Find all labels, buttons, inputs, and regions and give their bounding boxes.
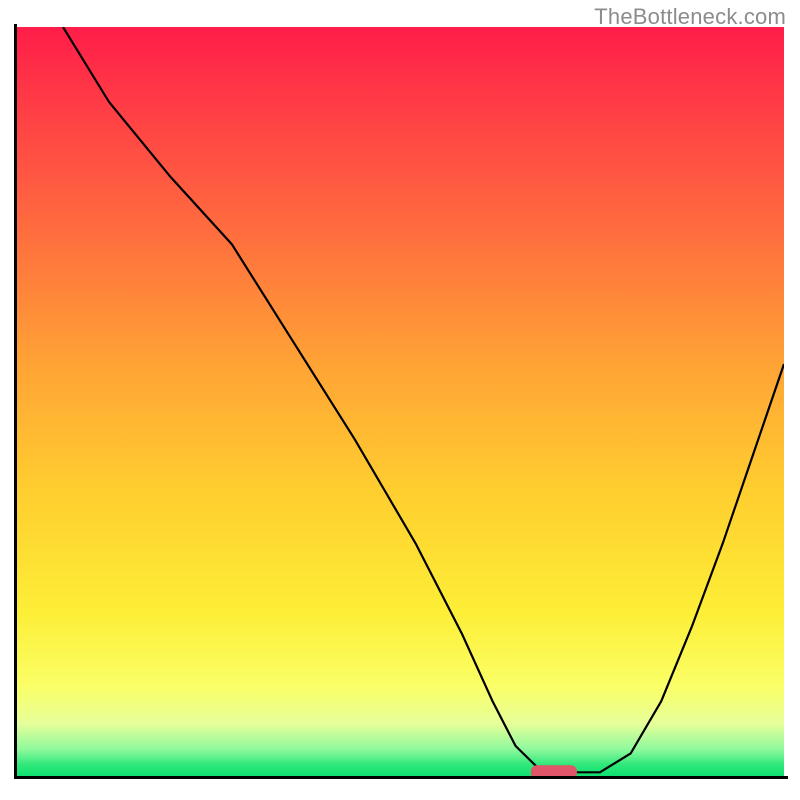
chart-svg — [17, 27, 784, 776]
curve-path — [63, 27, 784, 772]
x-axis — [14, 776, 788, 779]
marker-pill — [531, 765, 577, 776]
plot-area — [17, 27, 784, 776]
watermark-text: TheBottleneck.com — [594, 4, 786, 30]
chart-container: TheBottleneck.com — [0, 0, 800, 800]
y-axis — [14, 24, 17, 779]
